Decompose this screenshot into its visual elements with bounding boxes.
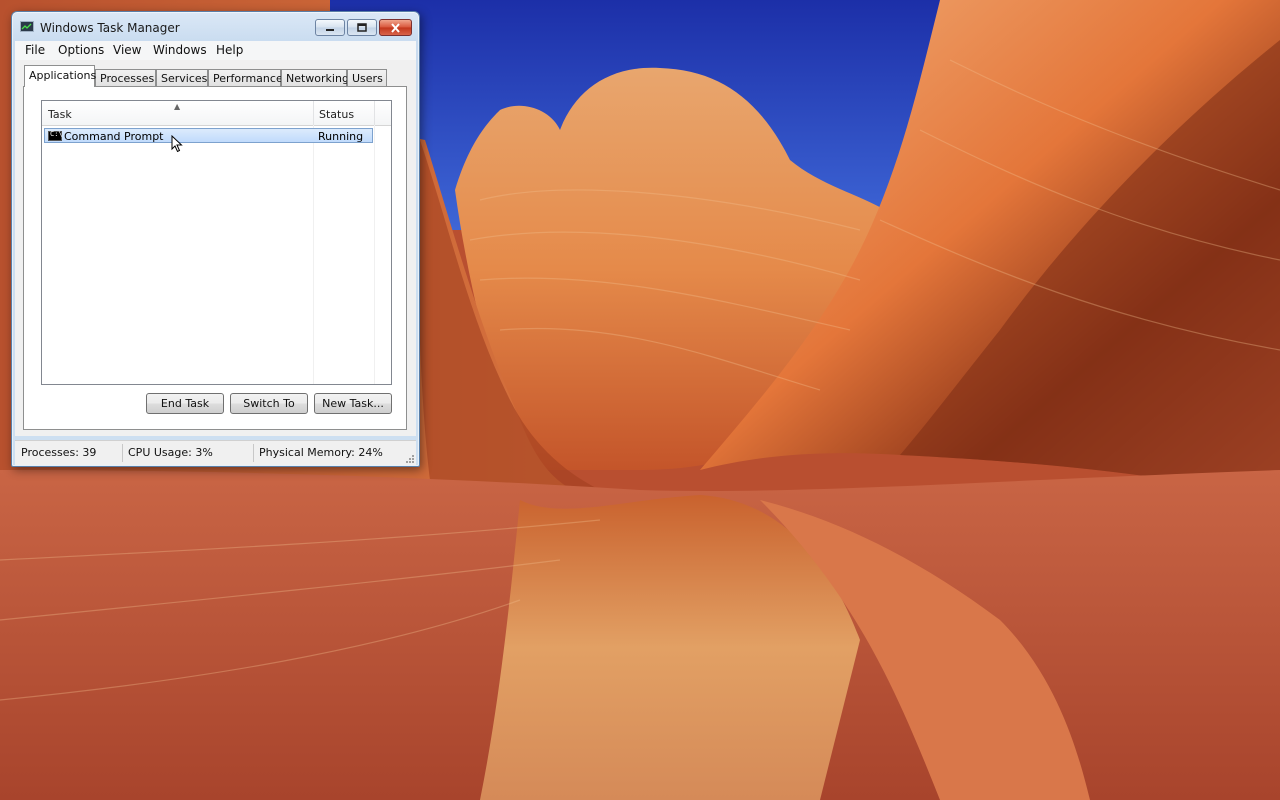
task-status: Running [318, 130, 364, 143]
new-task-button[interactable]: New Task... [314, 393, 392, 414]
tab-services[interactable]: Services [156, 69, 208, 86]
menu-bar: File Options View Windows Help [15, 41, 416, 61]
tab-networking[interactable]: Networking [281, 69, 349, 86]
task-manager-app-icon [20, 21, 34, 32]
status-physical-memory: Physical Memory: 24% [259, 446, 383, 459]
list-header: ▲ Task Status [42, 101, 391, 126]
tab-processes[interactable]: Processes [95, 69, 156, 86]
menu-options[interactable]: Options [57, 43, 105, 57]
menu-view[interactable]: View [112, 43, 142, 57]
menu-help[interactable]: Help [215, 43, 244, 57]
status-divider [253, 444, 254, 462]
column-header-status[interactable]: Status [319, 108, 354, 121]
switch-to-button[interactable]: Switch To [230, 393, 308, 414]
minimize-button[interactable] [315, 19, 345, 36]
task-name: Command Prompt [64, 130, 164, 143]
column-divider[interactable] [313, 101, 314, 125]
column-guide [313, 125, 314, 384]
status-bar: Processes: 39 CPU Usage: 3% Physical Mem… [15, 440, 416, 465]
status-cpu-usage: CPU Usage: 3% [128, 446, 213, 459]
end-task-button[interactable]: End Task [146, 393, 224, 414]
status-divider [122, 444, 123, 462]
sort-ascending-icon: ▲ [174, 102, 181, 111]
maximize-button[interactable] [347, 19, 377, 36]
status-processes: Processes: 39 [21, 446, 97, 459]
tab-performance[interactable]: Performance [208, 69, 283, 86]
close-icon [391, 22, 400, 33]
task-list[interactable]: ▲ Task Status C:\ Command Prompt Running [41, 100, 392, 385]
task-manager-window[interactable]: Windows Task Manager File Options View W… [11, 11, 420, 467]
menu-windows[interactable]: Windows [152, 43, 208, 57]
applications-panel: ▲ Task Status C:\ Command Prompt Running [23, 86, 407, 430]
menu-file[interactable]: File [24, 43, 46, 57]
mouse-cursor-icon [171, 135, 183, 153]
window-title: Windows Task Manager [40, 21, 180, 35]
resize-grip-icon[interactable] [404, 453, 414, 463]
tab-applications[interactable]: Applications [24, 65, 96, 87]
close-button[interactable] [379, 19, 412, 36]
tab-users[interactable]: Users [347, 69, 387, 86]
table-row[interactable]: C:\ Command Prompt Running [44, 128, 373, 153]
column-divider[interactable] [374, 101, 375, 125]
column-guide [374, 125, 375, 384]
column-header-task[interactable]: Task [48, 108, 72, 121]
minimize-icon [326, 28, 334, 31]
cmd-icon: C:\ [48, 130, 63, 141]
title-bar[interactable]: Windows Task Manager [12, 12, 419, 40]
client-area: Applications Processes Services Performa… [15, 60, 416, 436]
maximize-icon [357, 23, 367, 32]
